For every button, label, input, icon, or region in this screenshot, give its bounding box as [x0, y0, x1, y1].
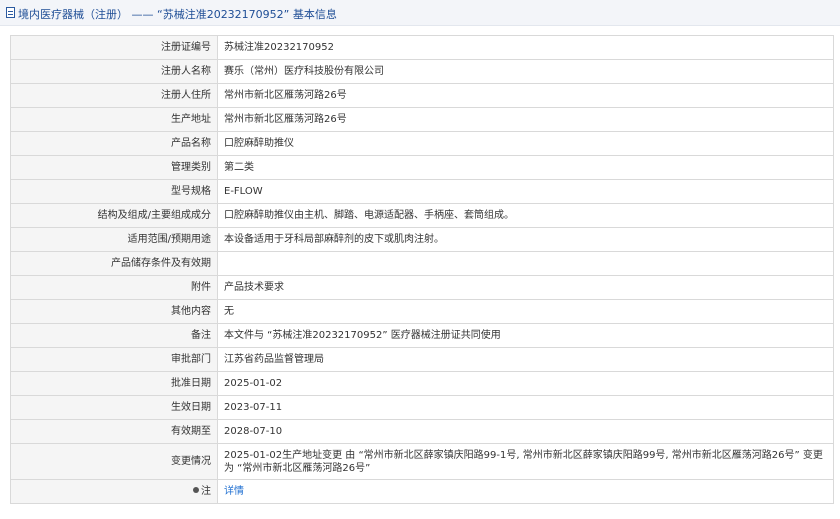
table-row: 型号规格 E-FLOW [10, 179, 834, 204]
table-row: 附件 产品技术要求 [10, 275, 834, 300]
info-table: 注册证编号 苏械注准20232170952 注册人名称 赛乐（常州）医疗科技股份… [10, 35, 834, 504]
table-row: 适用范围/预期用途 本设备适用于牙科局部麻醉剂的皮下或肌肉注射。 [10, 227, 834, 252]
row-label: 注册人名称 [10, 59, 218, 84]
row-value: 无 [217, 299, 834, 324]
row-label: 注册人住所 [10, 83, 218, 108]
page-title: 境内医疗器械（注册） —— “苏械注准20232170952” 基本信息 [18, 8, 337, 21]
details-link[interactable]: 详情 [224, 486, 244, 497]
note-label-text: 注 [201, 486, 211, 497]
document-icon [6, 7, 15, 18]
table-row: 有效期至 2028-07-10 [10, 419, 834, 444]
row-label: 生产地址 [10, 107, 218, 132]
row-label: 产品名称 [10, 131, 218, 156]
row-label: 产品储存条件及有效期 [10, 251, 218, 276]
row-value: 本设备适用于牙科局部麻醉剂的皮下或肌肉注射。 [217, 227, 834, 252]
table-row: 注册人住所 常州市新北区雁荡河路26号 [10, 83, 834, 108]
row-label: 适用范围/预期用途 [10, 227, 218, 252]
row-label: 有效期至 [10, 419, 218, 444]
row-label: 审批部门 [10, 347, 218, 372]
row-value: 2025-01-02 [217, 371, 834, 396]
row-label: 管理类别 [10, 155, 218, 180]
table-row: 备注 本文件与 “苏械注准20232170952” 医疗器械注册证共同使用 [10, 323, 834, 348]
table-row: 注册人名称 赛乐（常州）医疗科技股份有限公司 [10, 59, 834, 84]
row-value: 产品技术要求 [217, 275, 834, 300]
table-row: 注册证编号 苏械注准20232170952 [10, 35, 834, 60]
row-value: 口腔麻醉助推仪 [217, 131, 834, 156]
row-label: 生效日期 [10, 395, 218, 420]
table-row: 变更情况 2025-01-02生产地址变更 由 “常州市新北区薛家镇庆阳路99-… [10, 443, 834, 480]
row-value: 2025-01-02生产地址变更 由 “常州市新北区薛家镇庆阳路99-1号, 常… [217, 443, 834, 480]
table-row: 生产地址 常州市新北区雁荡河路26号 [10, 107, 834, 132]
note-row: 注 详情 [10, 479, 834, 504]
row-value: 常州市新北区雁荡河路26号 [217, 83, 834, 108]
table-row: 生效日期 2023-07-11 [10, 395, 834, 420]
table-row: 批准日期 2025-01-02 [10, 371, 834, 396]
row-label: 注册证编号 [10, 35, 218, 60]
table-row: 管理类别 第二类 [10, 155, 834, 180]
row-label: 变更情况 [10, 443, 218, 480]
row-value: 江苏省药品监督管理局 [217, 347, 834, 372]
row-value: 本文件与 “苏械注准20232170952” 医疗器械注册证共同使用 [217, 323, 834, 348]
row-label: 型号规格 [10, 179, 218, 204]
note-icon [193, 487, 199, 493]
row-value: 口腔麻醉助推仪由主机、脚踏、电源适配器、手柄座、套筒组成。 [217, 203, 834, 228]
row-value: 赛乐（常州）医疗科技股份有限公司 [217, 59, 834, 84]
note-value: 详情 [217, 479, 834, 504]
note-label: 注 [10, 479, 218, 504]
table-row: 产品名称 口腔麻醉助推仪 [10, 131, 834, 156]
table-row: 审批部门 江苏省药品监督管理局 [10, 347, 834, 372]
row-value: 苏械注准20232170952 [217, 35, 834, 60]
row-label: 附件 [10, 275, 218, 300]
table-row: 其他内容 无 [10, 299, 834, 324]
table-row: 结构及组成/主要组成成分 口腔麻醉助推仪由主机、脚踏、电源适配器、手柄座、套筒组… [10, 203, 834, 228]
row-value: 2028-07-10 [217, 419, 834, 444]
row-value: 2023-07-11 [217, 395, 834, 420]
row-label: 批准日期 [10, 371, 218, 396]
table-row: 产品储存条件及有效期 [10, 251, 834, 276]
row-value [217, 251, 834, 276]
row-value: 常州市新北区雁荡河路26号 [217, 107, 834, 132]
row-label: 结构及组成/主要组成成分 [10, 203, 218, 228]
row-value: E-FLOW [217, 179, 834, 204]
page-header: 境内医疗器械（注册） —— “苏械注准20232170952” 基本信息 [0, 0, 840, 26]
row-label: 其他内容 [10, 299, 218, 324]
row-value: 第二类 [217, 155, 834, 180]
row-label: 备注 [10, 323, 218, 348]
